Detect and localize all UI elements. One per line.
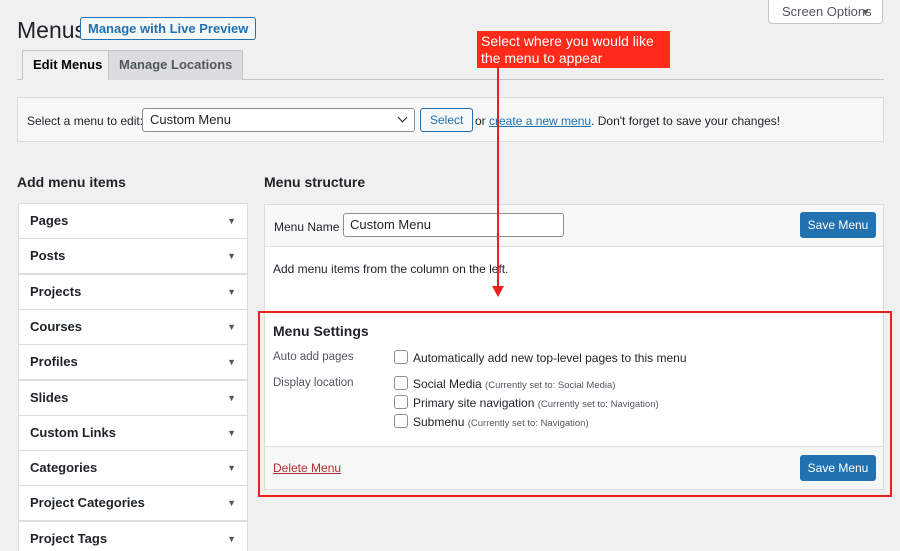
accordion-item-label: Custom Links: [30, 424, 116, 440]
accordion-item-label: Pages: [30, 213, 69, 228]
triangle-down-icon: ▼: [227, 498, 236, 509]
accordion-item[interactable]: Projects ▼: [18, 273, 248, 310]
menu-name-label: Menu Name: [274, 220, 340, 234]
triangle-down-icon: ▼: [227, 251, 236, 262]
or-text: or: [475, 114, 486, 128]
triangle-down-icon: ▼: [227, 463, 236, 474]
save-reminder-text: . Don't forget to save your changes!: [591, 114, 781, 128]
triangle-down-icon: ▼: [227, 392, 236, 403]
accordion-item[interactable]: Profiles ▼: [18, 344, 248, 381]
tab-edit-menus[interactable]: Edit Menus: [22, 50, 114, 80]
accordion-item[interactable]: Categories ▼: [18, 450, 248, 487]
accordion-item-label: Projects: [30, 283, 82, 299]
chevron-down-icon: [397, 112, 408, 123]
accordion-item-label: Project Categories: [30, 495, 145, 511]
annotation-callout: Select where you would like the menu to …: [477, 31, 670, 68]
accordion-item[interactable]: Custom Links ▼: [18, 414, 248, 451]
accordion-item-label: Slides: [30, 389, 69, 405]
select-menu-hint: or create a new menu. Don't forget to sa…: [475, 114, 780, 128]
menu-structure-description: Add menu items from the column on the le…: [273, 262, 509, 276]
menu-structure-heading: Menu structure: [264, 174, 366, 190]
accordion-item[interactable]: Pages ▼: [18, 203, 248, 239]
menu-select-value: Custom Menu: [150, 112, 231, 127]
annotation-arrow-icon: [492, 66, 504, 297]
menu-select-dropdown[interactable]: Custom Menu: [142, 108, 415, 132]
accordion-item-label: Categories: [30, 460, 98, 476]
triangle-down-icon: ▼: [227, 427, 236, 438]
select-menu-label: Select a menu to edit:: [27, 114, 144, 128]
triangle-down-icon: ▼: [227, 216, 236, 226]
page-title: Menus: [17, 17, 87, 43]
accordion-item-label: Posts: [30, 248, 66, 264]
triangle-down-icon: ▼: [227, 533, 236, 544]
save-menu-button-top[interactable]: Save Menu: [800, 212, 876, 238]
accordion-item-label: Profiles: [30, 354, 78, 370]
add-menu-items-heading: Add menu items: [17, 174, 126, 190]
annotation-highlight-frame: [258, 311, 892, 497]
screen-options-label: Screen Options: [782, 4, 872, 19]
triangle-down-icon: ▼: [227, 321, 236, 332]
screen-options-button[interactable]: Screen Options ▼: [768, 0, 883, 24]
accordion-item[interactable]: Slides ▼: [18, 379, 248, 416]
select-button[interactable]: Select: [420, 108, 474, 132]
accordion-item[interactable]: Courses ▼: [18, 308, 248, 345]
accordion-item[interactable]: Project Tags ▼: [18, 520, 248, 551]
menu-name-input[interactable]: Custom Menu: [343, 213, 564, 237]
accordion-item-label: Courses: [30, 318, 83, 334]
accordion-item[interactable]: Posts ▼: [18, 238, 248, 275]
accordion-item[interactable]: Project Categories ▼: [18, 485, 248, 522]
triangle-down-icon: ▼: [861, 7, 870, 17]
manage-live-preview-button[interactable]: Manage with Live Preview: [80, 17, 257, 40]
select-menu-bar: Select a menu to edit: Custom Menu Selec…: [17, 97, 884, 142]
triangle-down-icon: ▼: [227, 357, 236, 368]
triangle-down-icon: ▼: [227, 286, 236, 297]
tab-manage-locations[interactable]: Manage Locations: [108, 50, 244, 80]
menu-name-bar: Menu Name Custom Menu Save Menu: [265, 205, 883, 247]
accordion-item-label: Project Tags: [30, 530, 108, 546]
